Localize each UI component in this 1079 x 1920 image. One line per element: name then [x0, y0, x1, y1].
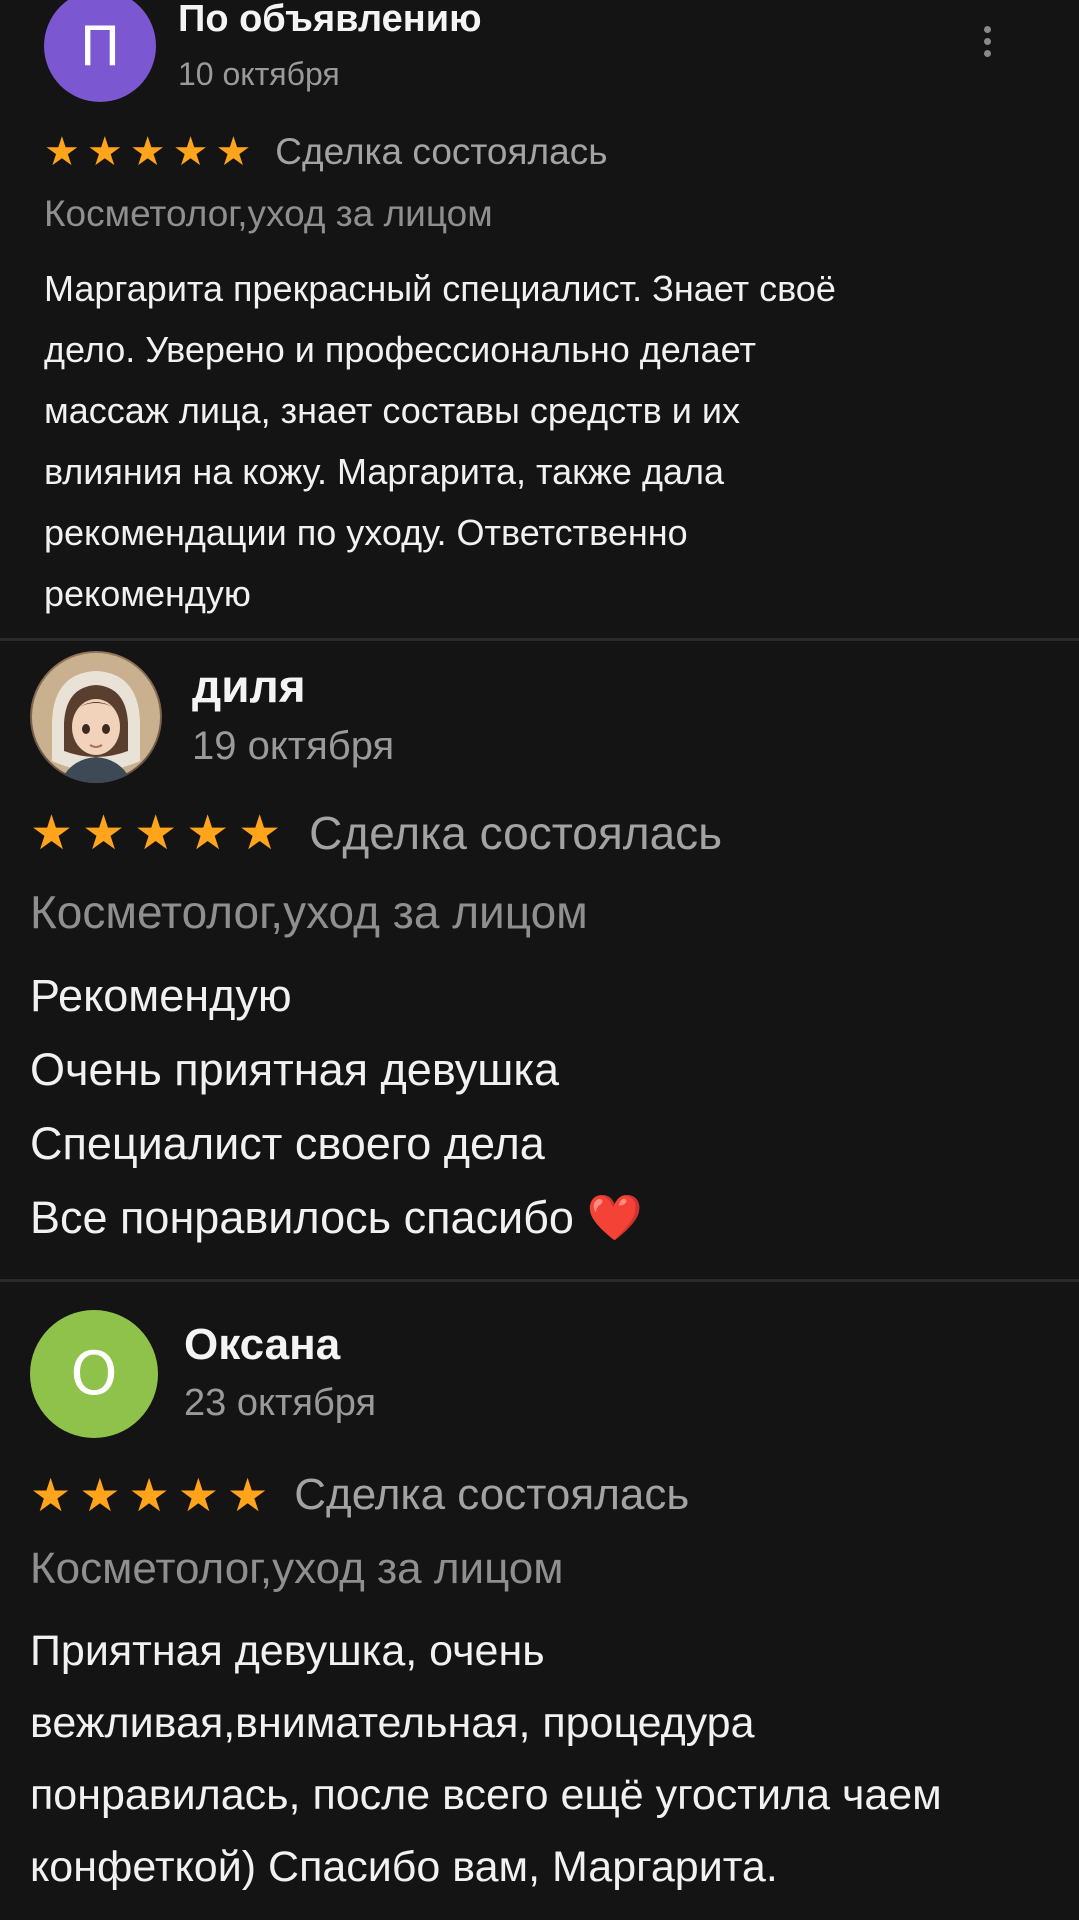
deal-status: Сделка состоялась	[275, 131, 608, 172]
review-text-line: Маргарита прекрасный специалист. Знает с…	[44, 268, 836, 309]
more-vertical-icon-dot	[983, 38, 991, 45]
reviewer-name[interactable]: диля	[192, 659, 306, 713]
review-text-line: дело. Уверено и профессионально делает	[44, 329, 756, 370]
avatar[interactable]	[30, 651, 162, 783]
review-text-line: рекомендую	[44, 573, 251, 614]
review-text-line: влияния на кожу. Маргарита, также дала	[44, 451, 725, 492]
review-text-line: Очень приятная девушка	[30, 1044, 560, 1095]
review-text-line: Все понравилось спасибо ❤️	[30, 1192, 643, 1243]
star-icon: ★	[238, 805, 282, 861]
service-category: Косметолог,уход за лицом	[30, 886, 588, 938]
star-rating: ★ ★ ★ ★ ★	[30, 1468, 268, 1522]
review-date: 23 октября	[184, 1382, 377, 1424]
review-text-line: понравилась, после всего ещё угостила ча…	[30, 1771, 942, 1819]
reviewer-name[interactable]: По объявлению	[178, 0, 482, 41]
star-icon: ★	[177, 1468, 219, 1522]
review-text-line: конфеткой) Спасибо вам, Маргарита.	[30, 1843, 778, 1891]
star-icon: ★	[186, 805, 230, 861]
deal-status: Сделка состоялась	[309, 807, 723, 859]
more-vertical-icon-dot	[983, 26, 991, 33]
rating-row: ★ ★ ★ ★ ★ Сделка состоялась	[30, 1466, 689, 1524]
avatar-portrait-image	[32, 653, 160, 783]
star-icon: ★	[172, 129, 209, 175]
avatar[interactable]: П	[44, 0, 156, 102]
star-icon: ★	[86, 129, 123, 175]
review-text: Приятная девушка, очень вежливая,внимате…	[30, 1615, 942, 1903]
star-rating: ★ ★ ★ ★ ★	[44, 129, 251, 175]
rating-row: ★ ★ ★ ★ ★ Сделка состоялась	[30, 803, 722, 863]
review-text: Маргарита прекрасный специалист. Знает с…	[44, 258, 836, 624]
review-text-line: рекомендации по уходу. Ответственно	[44, 512, 688, 553]
review-card: П По объявлению 10 октября ★ ★ ★ ★ ★ Сде…	[0, 0, 1079, 638]
review-text: Рекомендую Очень приятная девушка Специа…	[30, 959, 643, 1255]
star-rating: ★ ★ ★ ★ ★	[30, 805, 281, 861]
review-date: 10 октября	[178, 56, 340, 92]
star-icon: ★	[82, 805, 126, 861]
star-icon: ★	[134, 805, 178, 861]
review-text-line: Приятная девушка, очень	[30, 1627, 545, 1675]
review-text-line: вежливая,внимательная, процедура	[30, 1699, 755, 1747]
service-category: Косметолог,уход за лицом	[30, 1544, 564, 1593]
avatar[interactable]: О	[30, 1310, 158, 1438]
review-text-line: массаж лица, знает составы средств и их	[44, 390, 740, 431]
review-date: 19 октября	[192, 724, 395, 768]
review-text-line: Специалист своего дела	[30, 1118, 545, 1169]
deal-status: Сделка состоялась	[294, 1470, 690, 1519]
rating-row: ★ ★ ★ ★ ★ Сделка состоялась	[44, 128, 607, 176]
reviewer-name[interactable]: Оксана	[184, 1320, 340, 1370]
star-icon: ★	[30, 1468, 72, 1522]
star-icon: ★	[79, 1468, 121, 1522]
star-icon: ★	[128, 1468, 170, 1522]
avatar-letter: О	[70, 1339, 118, 1409]
star-icon: ★	[129, 129, 166, 175]
review-card: О Оксана 23 октября ★ ★ ★ ★ ★ Сделка сос…	[0, 1282, 1079, 1920]
star-icon: ★	[227, 1468, 269, 1522]
more-vertical-icon-dot	[983, 50, 991, 57]
star-icon: ★	[215, 129, 252, 175]
more-options-button[interactable]	[977, 26, 997, 57]
review-card: диля 19 октября ★ ★ ★ ★ ★ Сделка состоял…	[0, 641, 1079, 1279]
star-icon: ★	[30, 805, 74, 861]
star-icon: ★	[44, 129, 80, 175]
avatar-letter: П	[79, 14, 121, 78]
service-category: Косметолог,уход за лицом	[44, 193, 493, 234]
review-text-line: Рекомендую	[30, 970, 292, 1021]
